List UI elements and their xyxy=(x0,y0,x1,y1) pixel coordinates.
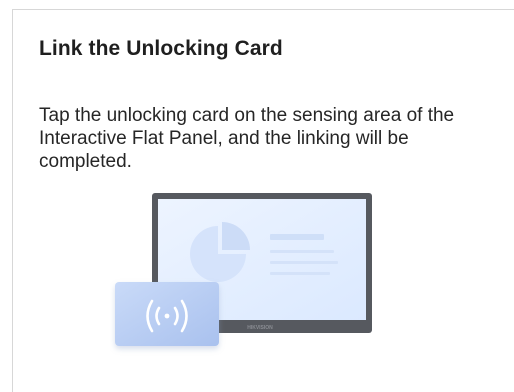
link-card-illustration: HIKVISION xyxy=(115,193,372,346)
dialog-top-border xyxy=(12,9,514,10)
dialog-left-border xyxy=(12,9,13,392)
dialog-description: Tap the unlocking card on the sensing ar… xyxy=(39,105,455,172)
link-card-dialog: Link the Unlocking Card Tap the unlockin… xyxy=(0,0,514,392)
panel-brand-label: HIKVISION xyxy=(247,325,273,331)
dialog-title: Link the Unlocking Card xyxy=(39,37,283,60)
